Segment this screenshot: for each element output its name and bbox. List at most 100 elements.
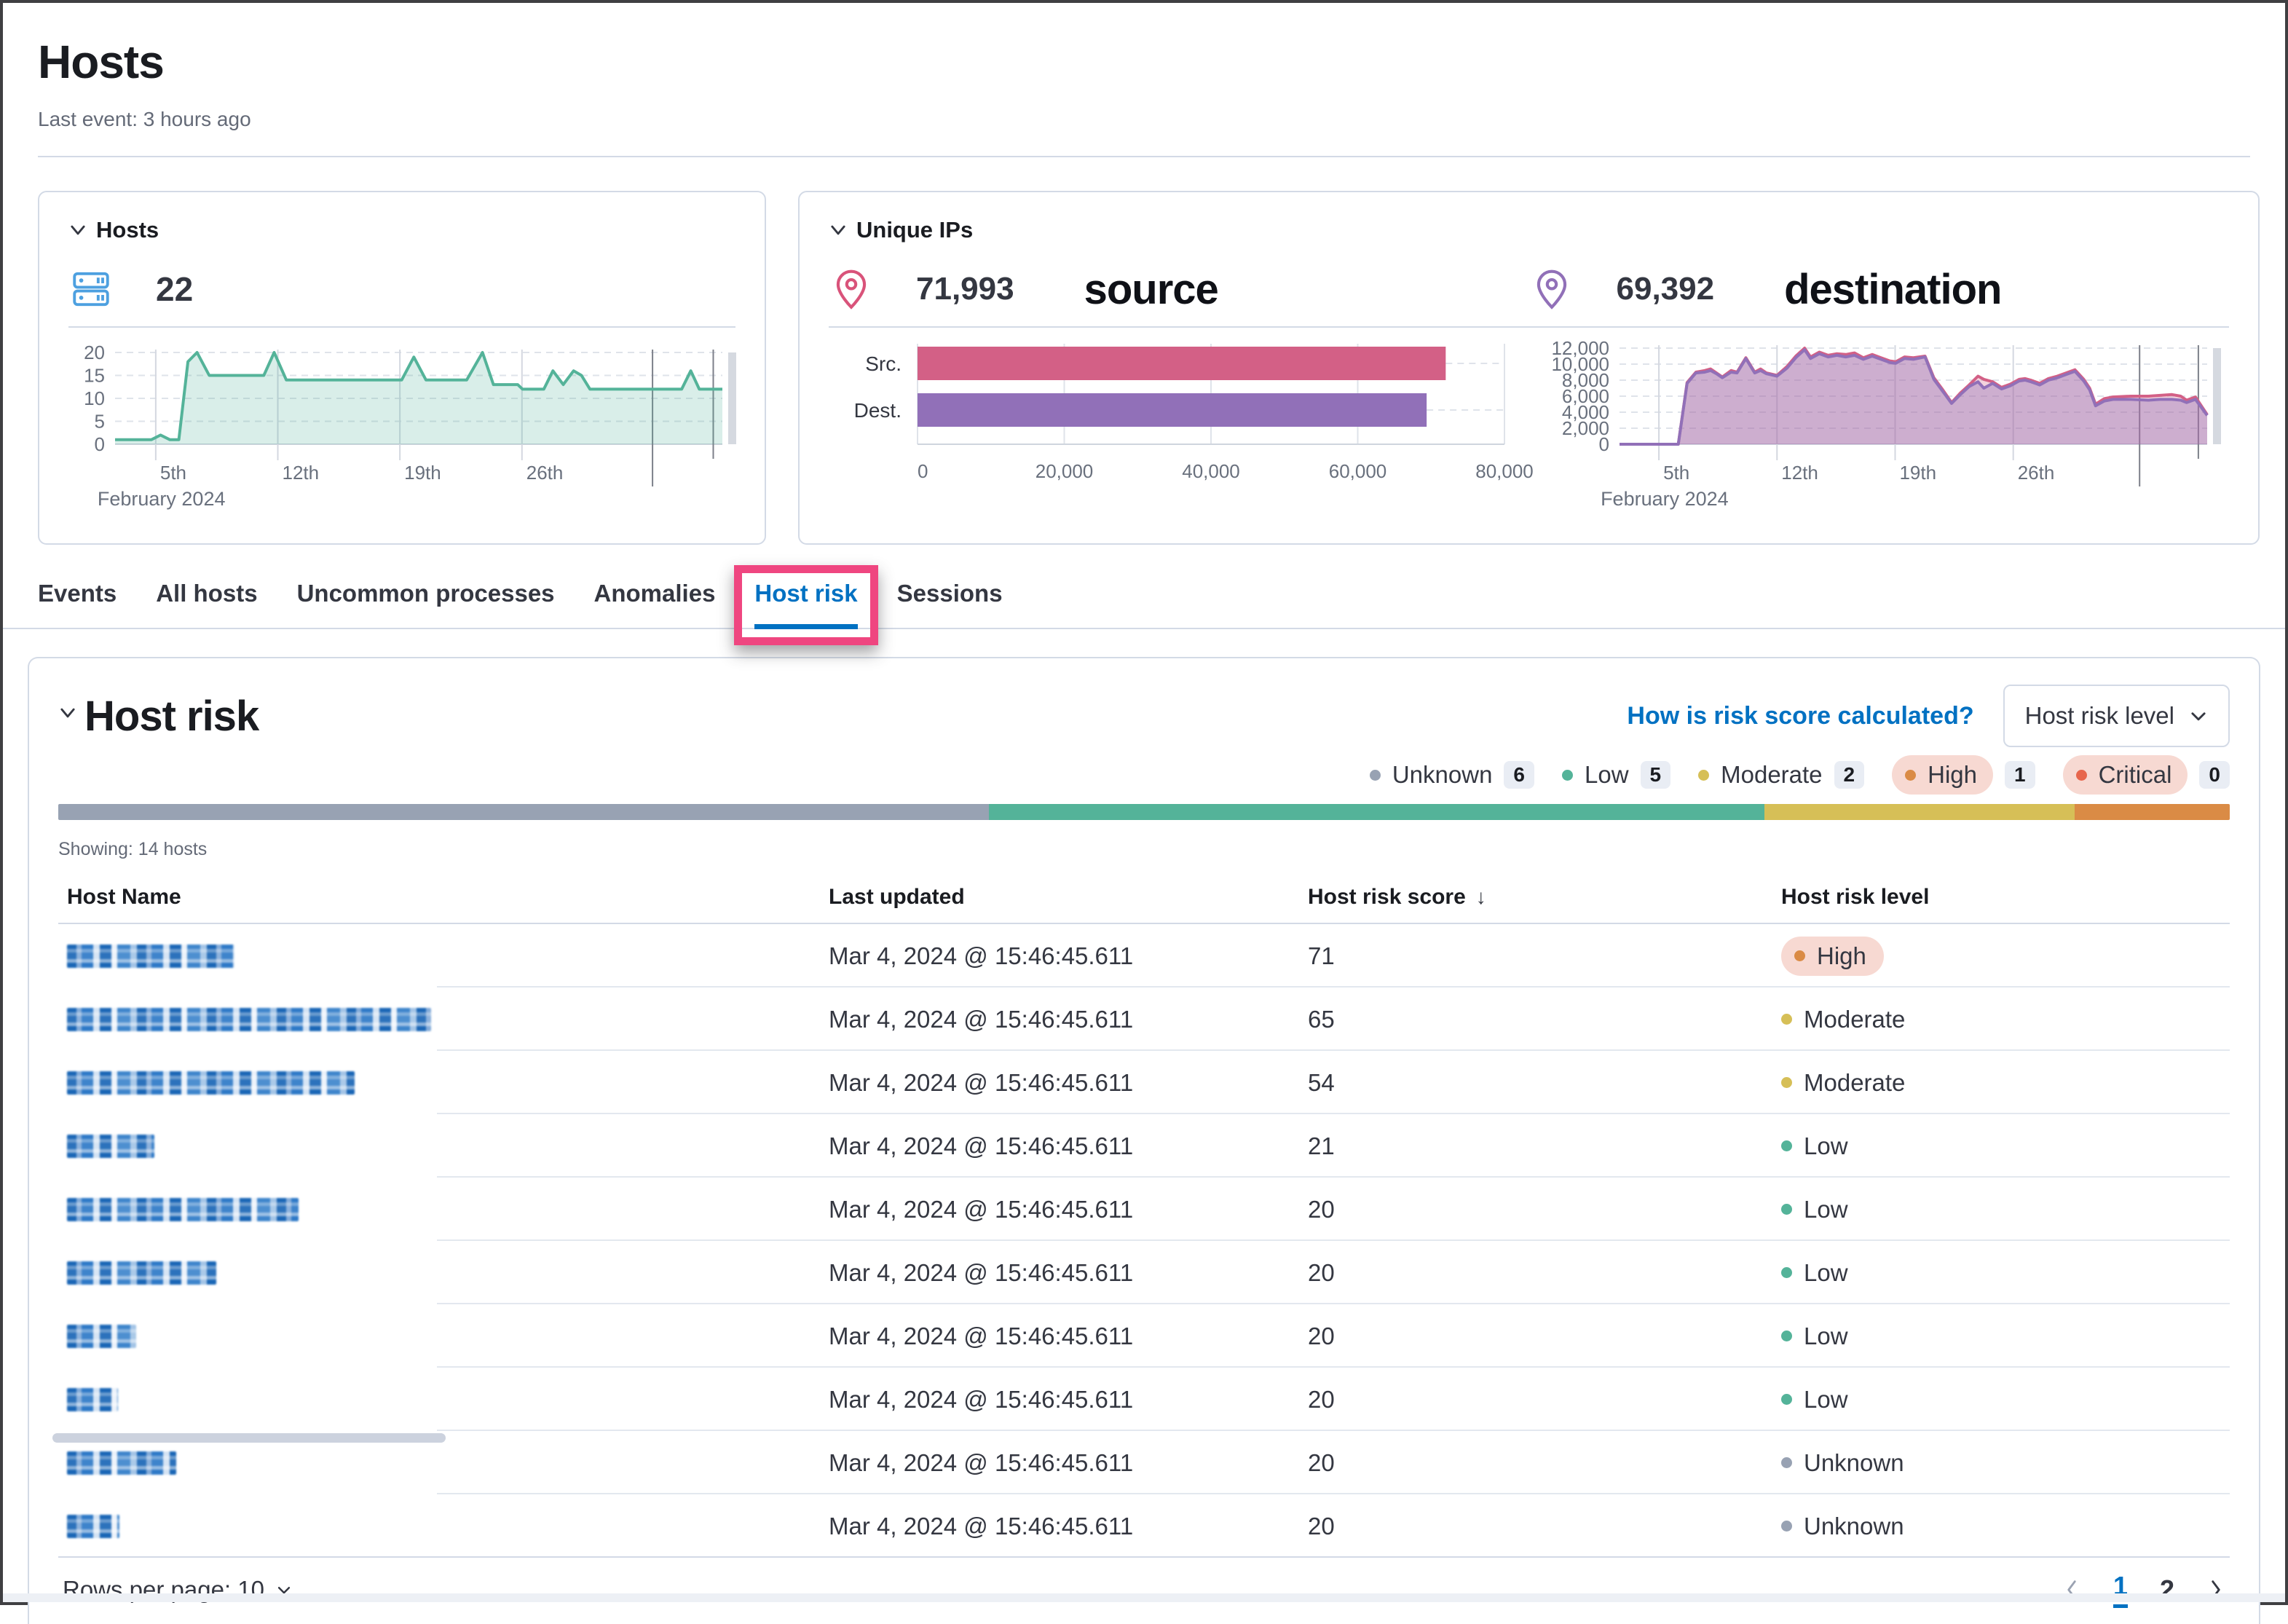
masked-host-name-link[interactable] — [67, 945, 234, 968]
last-event-text: Last event: 3 hours ago — [38, 108, 2250, 131]
masked-host-name-link[interactable] — [67, 1071, 355, 1095]
legend-item-critical[interactable]: Critical 0 — [2063, 755, 2230, 795]
host-name-cell[interactable] — [58, 1515, 820, 1538]
pagination: 12 — [2062, 1571, 2225, 1608]
host-name-cell[interactable] — [58, 1198, 820, 1221]
column-header-host-risk-score[interactable]: Host risk score ↓ — [1299, 885, 1772, 910]
last-updated-cell: Mar 4, 2024 @ 15:46:45.611 — [820, 1449, 1299, 1477]
hosts-area-chart: 051015205th12th19th26thFebruary 2024 — [68, 335, 735, 521]
risk-level-label: Unknown — [1804, 1449, 1904, 1477]
legend-count-badge: 6 — [1504, 761, 1534, 789]
row-divider — [58, 1556, 2230, 1558]
risk-level-label: Moderate — [1804, 1069, 1905, 1097]
masked-host-name-link[interactable] — [67, 1388, 118, 1411]
legend-item-high[interactable]: High1 — [1892, 755, 2035, 795]
legend-item-moderate[interactable]: Moderate2 — [1698, 761, 1864, 789]
masked-host-name-link[interactable] — [67, 1261, 216, 1285]
masked-host-name-link[interactable] — [67, 1515, 119, 1538]
destination-ips-stat: 69,392 destination — [1529, 265, 2230, 314]
legend-item-unknown[interactable]: Unknown6 — [1370, 761, 1534, 789]
hosts-tab-bar: Events All hosts Uncommon processes Anomali… — [3, 545, 2285, 629]
table-row: Mar 4, 2024 @ 15:46:45.61120Low — [58, 1304, 2230, 1368]
svg-text:5th: 5th — [1663, 462, 1689, 484]
host-risk-score-cell: 20 — [1299, 1449, 1772, 1477]
panel-divider — [829, 326, 2229, 328]
kpi-panels-row: Hosts 22 051015205th12th19th26thFebruary… — [3, 157, 2285, 545]
risk-level-dot-icon — [1698, 770, 1709, 781]
host-risk-level-filter-button[interactable]: Host risk level — [2003, 685, 2230, 747]
masked-host-name-link[interactable] — [67, 1198, 299, 1221]
risk-level-label: Moderate — [1804, 1006, 1905, 1033]
tab-label: Sessions — [897, 580, 1003, 607]
tab-label: Host risk — [754, 580, 857, 607]
host-name-cell[interactable] — [58, 1261, 820, 1285]
distribution-segment-moderate — [1764, 804, 2075, 820]
host-risk-score-cell: 20 — [1299, 1196, 1772, 1223]
tab-sessions[interactable]: Sessions — [897, 580, 1003, 628]
svg-text:12th: 12th — [283, 462, 320, 484]
host-name-cell[interactable] — [58, 1008, 820, 1031]
host-risk-level-cell: Low — [1772, 1196, 2230, 1223]
masked-host-name-link[interactable] — [67, 1451, 176, 1475]
svg-text:26th: 26th — [2018, 462, 2055, 484]
risk-level-dot-icon — [1905, 770, 1916, 781]
table-row: Mar 4, 2024 @ 15:46:45.61154Moderate — [58, 1051, 2230, 1114]
host-name-cell[interactable] — [58, 945, 820, 968]
column-header-host-risk-level[interactable]: Host risk level — [1772, 885, 2230, 910]
risk-level-label: Low — [1804, 1196, 1848, 1223]
tab-all-hosts[interactable]: All hosts — [156, 580, 257, 628]
risk-level-dot-icon — [1781, 1521, 1792, 1532]
svg-text:19th: 19th — [1899, 462, 1936, 484]
host-name-cell[interactable] — [58, 1071, 820, 1095]
last-updated-cell: Mar 4, 2024 @ 15:46:45.611 — [820, 1132, 1299, 1160]
svg-text:Src.: Src. — [865, 352, 902, 375]
host-name-cell[interactable] — [58, 1388, 820, 1411]
svg-text:20: 20 — [84, 342, 105, 363]
last-updated-cell: Mar 4, 2024 @ 15:46:45.611 — [820, 942, 1299, 970]
distribution-segment-low — [989, 804, 1764, 820]
collapse-chevron-icon[interactable] — [58, 703, 77, 722]
legend-pill: High — [1892, 755, 1993, 795]
storage-icon — [68, 267, 114, 312]
legend-label: Critical — [2099, 761, 2172, 789]
hosts-panel-title: Hosts — [96, 217, 159, 243]
host-name-cell[interactable] — [58, 1451, 820, 1475]
risk-level-dot-icon — [1781, 1267, 1792, 1278]
page-number-1[interactable]: 1 — [2113, 1571, 2128, 1608]
distribution-segment-high — [2075, 804, 2230, 820]
distribution-segment-unknown — [58, 804, 989, 820]
legend-count-badge: 0 — [2199, 761, 2230, 789]
collapse-chevron-icon[interactable] — [68, 221, 87, 240]
svg-text:0: 0 — [918, 460, 928, 482]
source-ips-count: 71,993 — [916, 271, 1014, 307]
collapse-chevron-icon[interactable] — [829, 221, 848, 240]
svg-text:12th: 12th — [1781, 462, 1818, 484]
column-header-host-name[interactable]: Host Name — [58, 885, 820, 910]
host-risk-score-cell: 20 — [1299, 1386, 1772, 1414]
masked-host-name-link[interactable] — [67, 1135, 154, 1158]
ips-bar-chart: 020,00040,00060,00080,000Src.Dest. — [829, 335, 1542, 521]
tab-host-risk[interactable]: Host risk — [754, 580, 857, 628]
tab-events[interactable]: Events — [38, 580, 117, 628]
risk-level-dot-icon — [1370, 770, 1381, 781]
tab-anomalies[interactable]: Anomalies — [594, 580, 716, 628]
svg-text:5: 5 — [95, 411, 105, 433]
host-name-cell[interactable] — [58, 1325, 820, 1348]
risk-score-help-link[interactable]: How is risk score calculated? — [1627, 702, 1973, 730]
host-risk-level-cell: Moderate — [1772, 1069, 2230, 1097]
risk-level-pill: High — [1781, 937, 1884, 976]
last-updated-cell: Mar 4, 2024 @ 15:46:45.611 — [820, 1196, 1299, 1223]
column-header-last-updated[interactable]: Last updated — [820, 885, 1299, 910]
last-updated-cell: Mar 4, 2024 @ 15:46:45.611 — [820, 1513, 1299, 1540]
risk-level-label: Low — [1804, 1386, 1848, 1414]
masked-host-name-link[interactable] — [67, 1325, 136, 1348]
last-updated-cell: Mar 4, 2024 @ 15:46:45.611 — [820, 1259, 1299, 1287]
page-title: Hosts — [38, 35, 2250, 89]
masked-host-name-link[interactable] — [67, 1008, 431, 1031]
host-name-cell[interactable] — [58, 1135, 820, 1158]
legend-item-low[interactable]: Low5 — [1562, 761, 1670, 789]
tab-uncommon-processes[interactable]: Uncommon processes — [297, 580, 555, 628]
unique-ips-kpi-panel: Unique IPs 71,993 source 69,392 destinat… — [798, 191, 2260, 545]
sort-descending-icon: ↓ — [1476, 886, 1486, 909]
host-name-column-scrollbar[interactable] — [52, 1433, 446, 1443]
